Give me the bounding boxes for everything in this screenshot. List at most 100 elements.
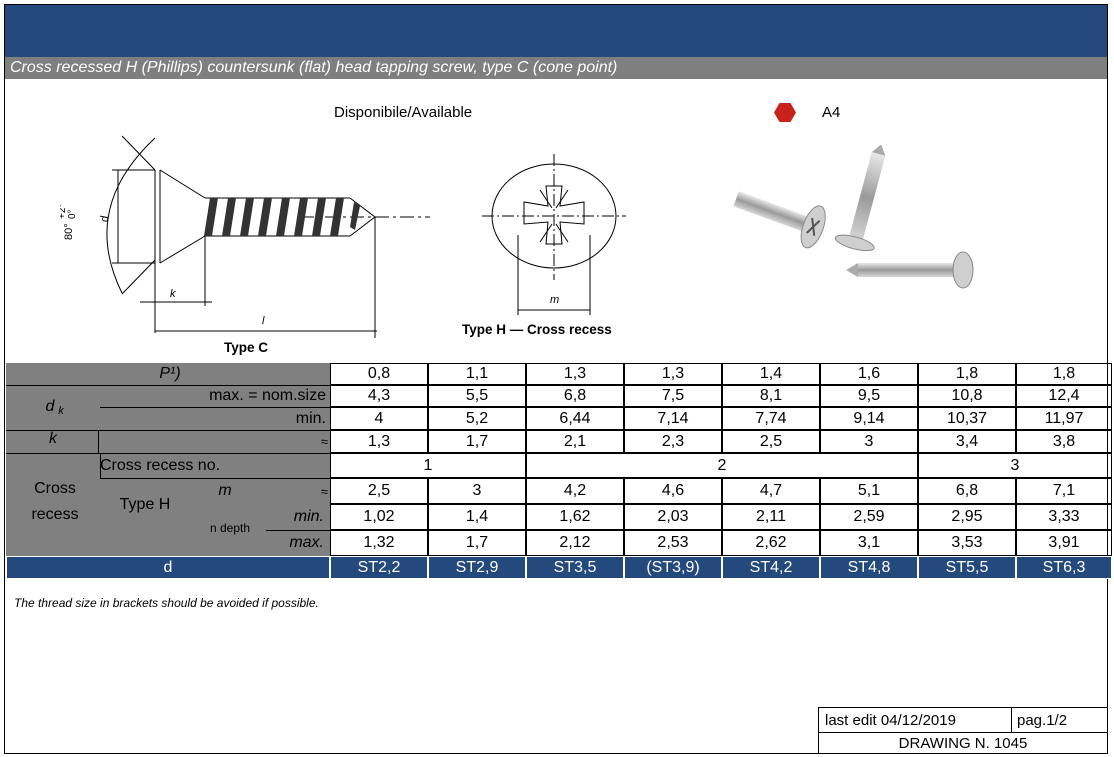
table-cell: 1,4	[428, 504, 526, 530]
table-cell: 4	[330, 407, 428, 430]
table-cell: 2,1	[526, 430, 624, 453]
table-cell: 1,8	[1016, 363, 1112, 385]
d-row-cell: ST5,5	[918, 556, 1016, 579]
table-cell: 1,62	[526, 504, 624, 530]
type-h-recess-drawing: m	[482, 154, 626, 315]
table-cell: 1,3	[526, 363, 624, 385]
table-cell: 1,02	[330, 504, 428, 530]
material-hex-icon	[774, 103, 796, 122]
table-cell: 1,7	[428, 430, 526, 453]
divider	[6, 453, 330, 454]
recess-no-cell: 1	[330, 453, 526, 478]
k-approx: ≈	[320, 434, 328, 449]
table-cell: 1,6	[820, 363, 918, 385]
d-row-cell: ST4,2	[722, 556, 820, 579]
table-cell: 6,44	[526, 407, 624, 430]
table-cell: 3,1	[820, 530, 918, 556]
tolerance-zero: 0°	[67, 209, 78, 219]
table-cell: 3,53	[918, 530, 1016, 556]
m-dimension-label: m	[550, 294, 559, 306]
table-cell: 4,7	[722, 478, 820, 504]
divider	[6, 430, 330, 431]
table-cell: 2,11	[722, 504, 820, 530]
divider	[100, 478, 330, 479]
l-dimension-label: l	[262, 315, 265, 327]
table-cell: 10,8	[918, 385, 1016, 407]
header-bar	[5, 5, 1107, 57]
type-h-label: Type H	[119, 496, 171, 513]
table-cell: 2,5	[330, 478, 428, 504]
p-label: P¹)	[159, 365, 181, 382]
angle-label: 80°	[63, 223, 75, 240]
table-cell: 6,8	[526, 385, 624, 407]
page-subtitle: Cross recessed H (Phillips) countersunk …	[10, 59, 618, 76]
table-cell: 4,6	[624, 478, 722, 504]
availability-label: Disponibile/Available	[334, 104, 473, 121]
depth-label: n depth	[209, 521, 251, 535]
recess-label: recess	[31, 506, 79, 523]
table-cell: 3	[428, 478, 526, 504]
d-row-cell: (ST3,9)	[624, 556, 722, 579]
d-row-cell: ST4,8	[820, 556, 918, 579]
table-cell: 8,1	[722, 385, 820, 407]
table-cell: 7,14	[624, 407, 722, 430]
d-row-cell: ST3,5	[526, 556, 624, 579]
divider	[100, 407, 330, 408]
cross-label: Cross	[34, 480, 76, 497]
divider	[190, 385, 330, 386]
dk-sub-label: k	[58, 405, 64, 417]
type-c-caption: Type C	[224, 340, 269, 355]
page-number: pag.1/2	[1011, 707, 1108, 733]
table-cell: 5,2	[428, 407, 526, 430]
table-cell: 3,4	[918, 430, 1016, 453]
recess-no-cell: 2	[526, 453, 918, 478]
table-cell: 1,3	[624, 363, 722, 385]
recess-no-cell: 3	[918, 453, 1112, 478]
table-cell: 7,5	[624, 385, 722, 407]
m-approx: ≈	[320, 483, 328, 499]
divider	[98, 430, 99, 453]
table-cell: 1,32	[330, 530, 428, 556]
dk-max-label: max. = nom.size	[209, 387, 326, 404]
d-row-label: d	[6, 556, 330, 579]
table-cell: 0,8	[330, 363, 428, 385]
k-dimension-label: k	[170, 288, 176, 300]
d-row-cell: ST6,3	[1016, 556, 1112, 579]
table-cell: 6,8	[918, 478, 1016, 504]
material-label: A4	[822, 104, 841, 121]
table-cell: 7,74	[722, 407, 820, 430]
table-cell: 3,91	[1016, 530, 1112, 556]
table-cell: 1,4	[722, 363, 820, 385]
table-cell: 2,53	[624, 530, 722, 556]
table-cell: 2,95	[918, 504, 1016, 530]
table-cell: 11,97	[1016, 407, 1112, 430]
table-cell: 2,59	[820, 504, 918, 530]
table-cell: 1,7	[428, 530, 526, 556]
table-cell: 5,1	[820, 478, 918, 504]
d-row-cell: ST2,9	[428, 556, 526, 579]
table-cell: 2,12	[526, 530, 624, 556]
table-cell: 10,37	[918, 407, 1016, 430]
footnote: The thread size in brackets should be av…	[14, 596, 319, 610]
divider	[100, 453, 101, 478]
table-cell: 2,03	[624, 504, 722, 530]
table-cell: 5,5	[428, 385, 526, 407]
table-cell: 2,5	[722, 430, 820, 453]
last-edit: last edit 04/12/2019	[818, 707, 1012, 733]
table-cell: 3,8	[1016, 430, 1112, 453]
table-cell: 3,33	[1016, 504, 1112, 530]
screw-product-image	[733, 145, 974, 289]
table-cell: 1,8	[918, 363, 1016, 385]
table-cell: 2,62	[722, 530, 820, 556]
table-cell: 9,14	[820, 407, 918, 430]
d-row-cell: ST2,2	[330, 556, 428, 579]
table-cell: 9,5	[820, 385, 918, 407]
k-label: k	[49, 430, 57, 447]
depth-max-label: max.	[289, 534, 324, 551]
type-c-screw-drawing: 80° +2° 0° d k l	[60, 135, 430, 338]
table-cell: 4,3	[330, 385, 428, 407]
depth-min-label: min.	[293, 508, 324, 525]
table-cell: 3	[820, 430, 918, 453]
drawing-number: DRAWING N. 1045	[818, 732, 1108, 754]
table-cell: 1,3	[330, 430, 428, 453]
